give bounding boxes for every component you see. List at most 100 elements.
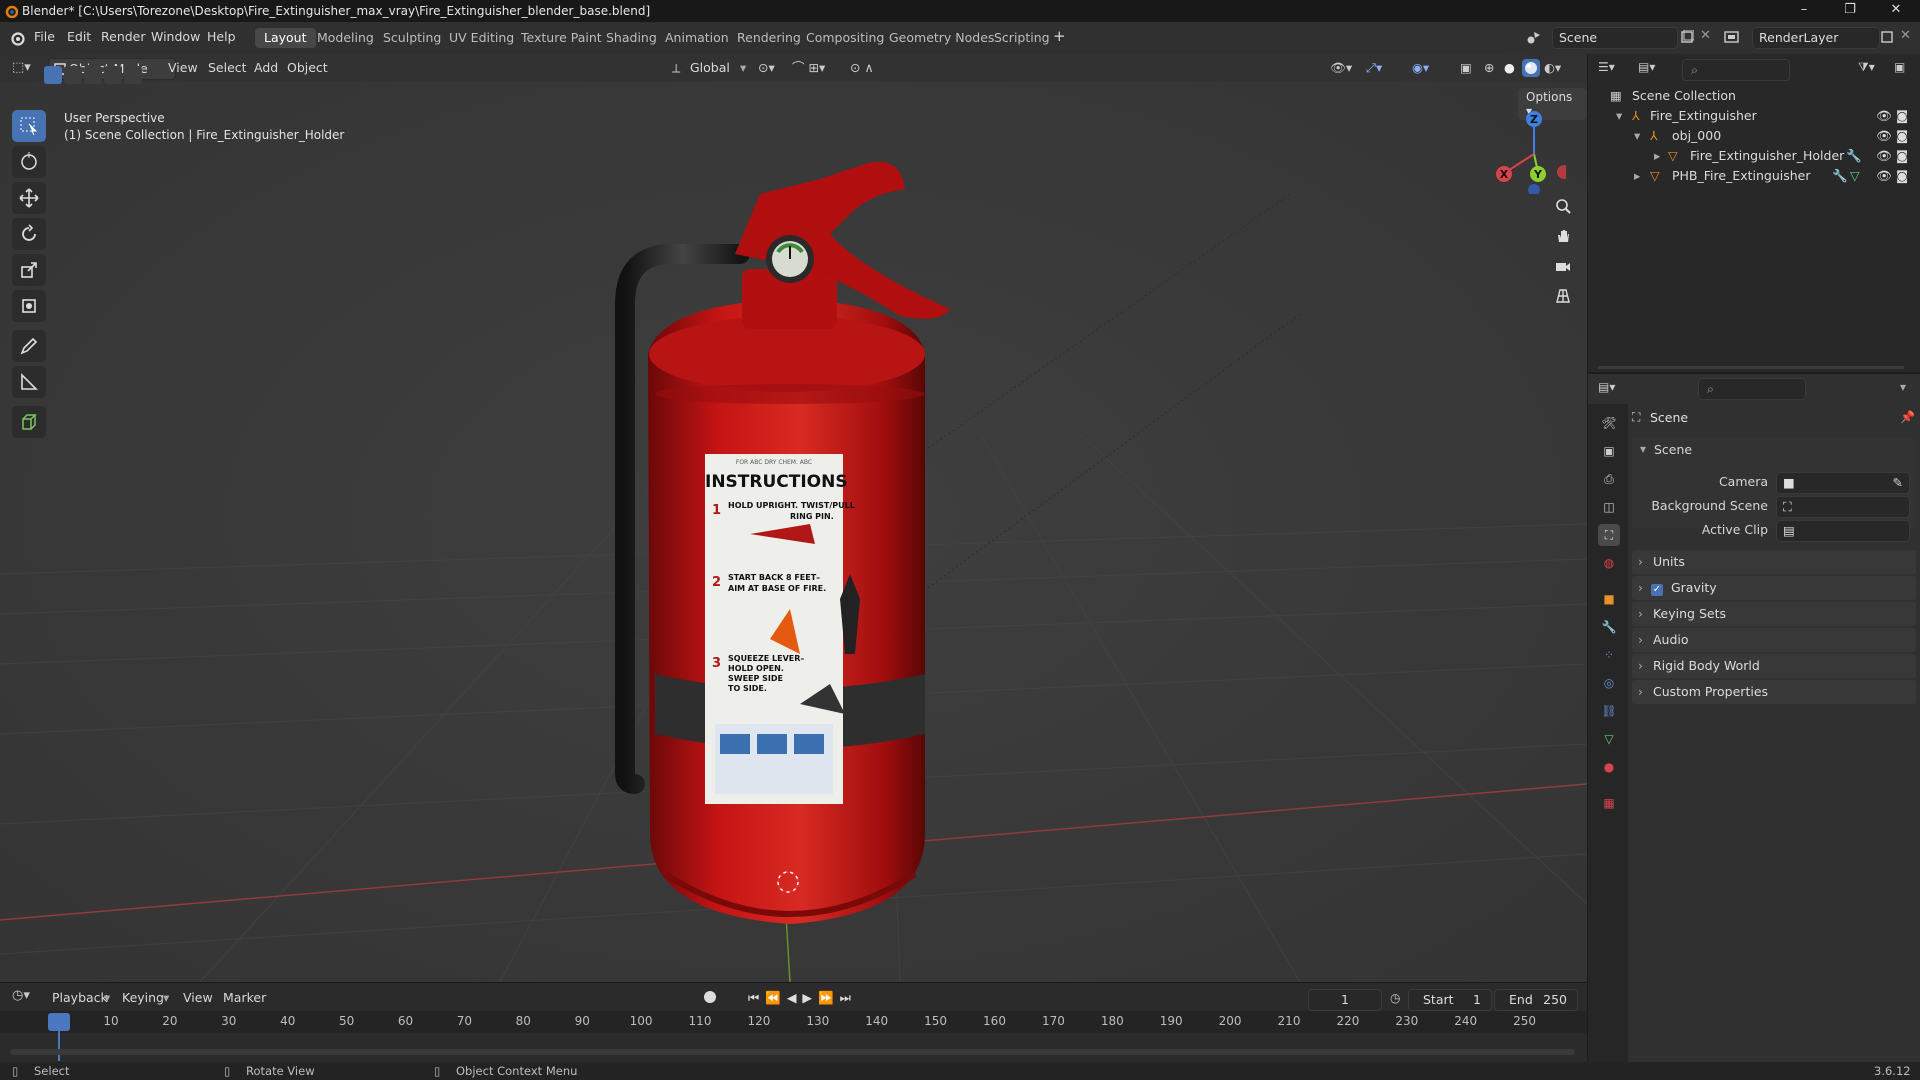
outliner-scrollbar[interactable] — [1598, 366, 1904, 369]
display-mode-icon[interactable]: ▤▾ — [1638, 60, 1655, 74]
scene-icon[interactable] — [1526, 29, 1542, 45]
rotate-tool[interactable] — [12, 218, 46, 250]
properties-search-field[interactable]: ⌕ — [1698, 378, 1806, 400]
section-keying-sets[interactable]: › Keying Sets — [1632, 602, 1916, 626]
timeline-scrollbar[interactable] — [10, 1049, 1575, 1055]
render-camera-icon[interactable]: ◙ — [1896, 106, 1908, 126]
data-tab-icon[interactable]: ▽ — [1598, 728, 1620, 750]
mesh-data-icon[interactable]: ▽ — [1850, 166, 1860, 186]
measure-tool[interactable] — [12, 366, 46, 398]
texture-tab-icon[interactable]: ▦ — [1598, 792, 1620, 814]
menu-edit[interactable]: Edit — [67, 29, 91, 44]
rendered-shading-icon[interactable]: ◐▾ — [1544, 58, 1561, 78]
outliner-search-field[interactable]: ⌕ — [1682, 59, 1790, 81]
transform-orientation-selector[interactable]: Global — [690, 58, 730, 78]
modifier-wrench-icon[interactable]: 🔧 — [1832, 166, 1848, 186]
menu-window[interactable]: Window — [151, 29, 200, 44]
pin-icon[interactable]: 📌 — [1900, 410, 1915, 424]
outliner-row-fire-extinguisher-holder[interactable]: ▸ ▽ Fire_Extinguisher_Holder 🔧 👁 ◙ — [1588, 146, 1920, 166]
modifier-tab-icon[interactable]: 🔧 — [1598, 616, 1620, 638]
visibility-eye-icon[interactable]: 👁 — [1876, 146, 1892, 166]
outliner-row-phb-fire-extinguisher[interactable]: ▸ ▽ PHB_Fire_Extinguisher 🔧 ▽ 👁 ◙ — [1588, 166, 1920, 186]
visibility-selectability-icon[interactable]: 👁▾ — [1330, 58, 1352, 78]
expand-arrow-icon[interactable]: ▾ — [1616, 106, 1622, 126]
gizmo-toggle-icon[interactable]: ⤢▾ — [1366, 58, 1382, 78]
camera-view-button[interactable] — [1549, 252, 1577, 280]
gizmo-neg-x[interactable] — [1557, 165, 1566, 179]
tab-modeling[interactable]: Modeling — [308, 28, 383, 48]
outliner-editor-type-icon[interactable]: ☰▾ — [1598, 60, 1615, 74]
pan-view-button[interactable] — [1549, 222, 1577, 250]
viewport-menu-object[interactable]: Object — [287, 58, 328, 78]
new-scene-icon[interactable] — [1680, 30, 1694, 44]
snap-icon[interactable]: ⌒ ⊞▾ — [792, 58, 825, 78]
solid-shading-icon[interactable]: ● — [1504, 58, 1515, 78]
background-scene-field[interactable]: ⛶ — [1776, 496, 1910, 518]
outliner-row-scene-collection[interactable]: ▦ Scene Collection — [1588, 86, 1920, 106]
outliner-row-obj-000[interactable]: ▾ ⅄ obj_000 👁 ◙ — [1588, 126, 1920, 146]
menu-help[interactable]: Help — [207, 29, 236, 44]
particles-tab-icon[interactable]: ⁘ — [1598, 644, 1620, 666]
material-preview-button[interactable] — [1522, 59, 1540, 77]
visibility-eye-icon[interactable]: 👁 — [1876, 106, 1892, 126]
select-extend-icon[interactable] — [64, 66, 82, 84]
editor-type-icon[interactable]: ⬚▾ — [12, 60, 31, 75]
record-button[interactable] — [704, 991, 716, 1003]
playhead[interactable] — [48, 1013, 70, 1031]
section-audio[interactable]: › Audio — [1632, 628, 1916, 652]
timeline-menu-keying[interactable]: Keying — [122, 988, 164, 1008]
timeline-editor-type-icon[interactable]: ◷▾ — [12, 988, 30, 1003]
select-intersect-icon[interactable] — [124, 66, 142, 84]
current-frame-field[interactable]: 1 — [1308, 989, 1382, 1011]
3d-viewport[interactable]: FOR ABC DRY CHEM. ABC INSTRUCTIONS 1 HOL… — [0, 54, 1587, 982]
timeline-menu-view[interactable]: View — [183, 988, 213, 1008]
close-button[interactable]: ✕ — [1876, 2, 1916, 20]
constraints-tab-icon[interactable]: ⛓ — [1598, 700, 1620, 722]
eyedropper-icon[interactable]: ✎ — [1893, 473, 1903, 493]
render-tab-icon[interactable]: ▣ — [1598, 440, 1620, 462]
gravity-checkbox[interactable]: ✓ — [1650, 584, 1663, 596]
preview-range-icon[interactable]: ◷ — [1390, 991, 1400, 1005]
select-new-icon[interactable] — [44, 66, 62, 84]
delete-layer-icon[interactable]: ✕ — [1900, 28, 1911, 43]
ortho-toggle-button[interactable] — [1549, 282, 1577, 310]
transform-orientation-dropdown-icon[interactable]: ▾ — [740, 58, 746, 78]
frame-ruler[interactable]: 1102030405060708090100110120130140150160… — [0, 1011, 1587, 1033]
tool-tab-icon[interactable]: 🛠 — [1598, 412, 1620, 434]
select-subtract-icon[interactable] — [84, 66, 102, 84]
scene-selector[interactable]: Scene — [1552, 27, 1678, 49]
select-box-tool[interactable] — [12, 110, 46, 142]
panel-expand-icon[interactable]: ▾ — [1640, 442, 1646, 456]
tab-compositing[interactable]: Compositing — [797, 28, 893, 48]
add-cube-tool[interactable] — [12, 406, 46, 438]
properties-editor-type-icon[interactable]: ▤▾ — [1598, 380, 1615, 394]
world-tab-icon[interactable]: ◍ — [1598, 552, 1620, 574]
xray-toggle-icon[interactable]: ▣ — [1460, 58, 1472, 78]
timeline-menu-marker[interactable]: Marker — [223, 988, 266, 1008]
camera-field[interactable]: ■ ✎ — [1776, 472, 1910, 494]
proportional-editing-icon[interactable]: ⊙ ∧ — [850, 58, 874, 78]
object-tab-icon[interactable]: ■ — [1598, 588, 1620, 610]
tab-layout[interactable]: Layout — [255, 28, 316, 48]
scene-tab-icon[interactable]: ⛶ — [1598, 524, 1620, 546]
active-clip-field[interactable]: ▤ — [1776, 520, 1910, 542]
viewport-menu-view[interactable]: View — [168, 58, 198, 78]
menu-render[interactable]: Render — [101, 29, 146, 44]
visibility-eye-icon[interactable]: 👁 — [1876, 166, 1892, 186]
start-frame-field[interactable]: Start 1 — [1408, 989, 1492, 1011]
end-frame-field[interactable]: End 250 — [1494, 989, 1578, 1011]
cursor-tool[interactable] — [12, 146, 46, 178]
render-camera-icon[interactable]: ◙ — [1896, 146, 1908, 166]
viewport-menu-select[interactable]: Select — [208, 58, 247, 78]
expand-arrow-icon[interactable]: ▾ — [1634, 126, 1640, 146]
annotate-tool[interactable] — [12, 330, 46, 362]
move-tool[interactable] — [12, 182, 46, 214]
tab-texture-paint[interactable]: Texture Paint — [512, 28, 611, 48]
transform-tool[interactable] — [12, 290, 46, 322]
modifier-wrench-icon[interactable]: 🔧 — [1846, 146, 1862, 166]
gizmo-neg-z[interactable] — [1528, 184, 1540, 194]
navigation-gizmo[interactable]: Z Y X — [1486, 104, 1566, 194]
blender-menu-icon[interactable] — [9, 30, 25, 46]
physics-tab-icon[interactable]: ◎ — [1598, 672, 1620, 694]
render-camera-icon[interactable]: ◙ — [1896, 166, 1908, 186]
